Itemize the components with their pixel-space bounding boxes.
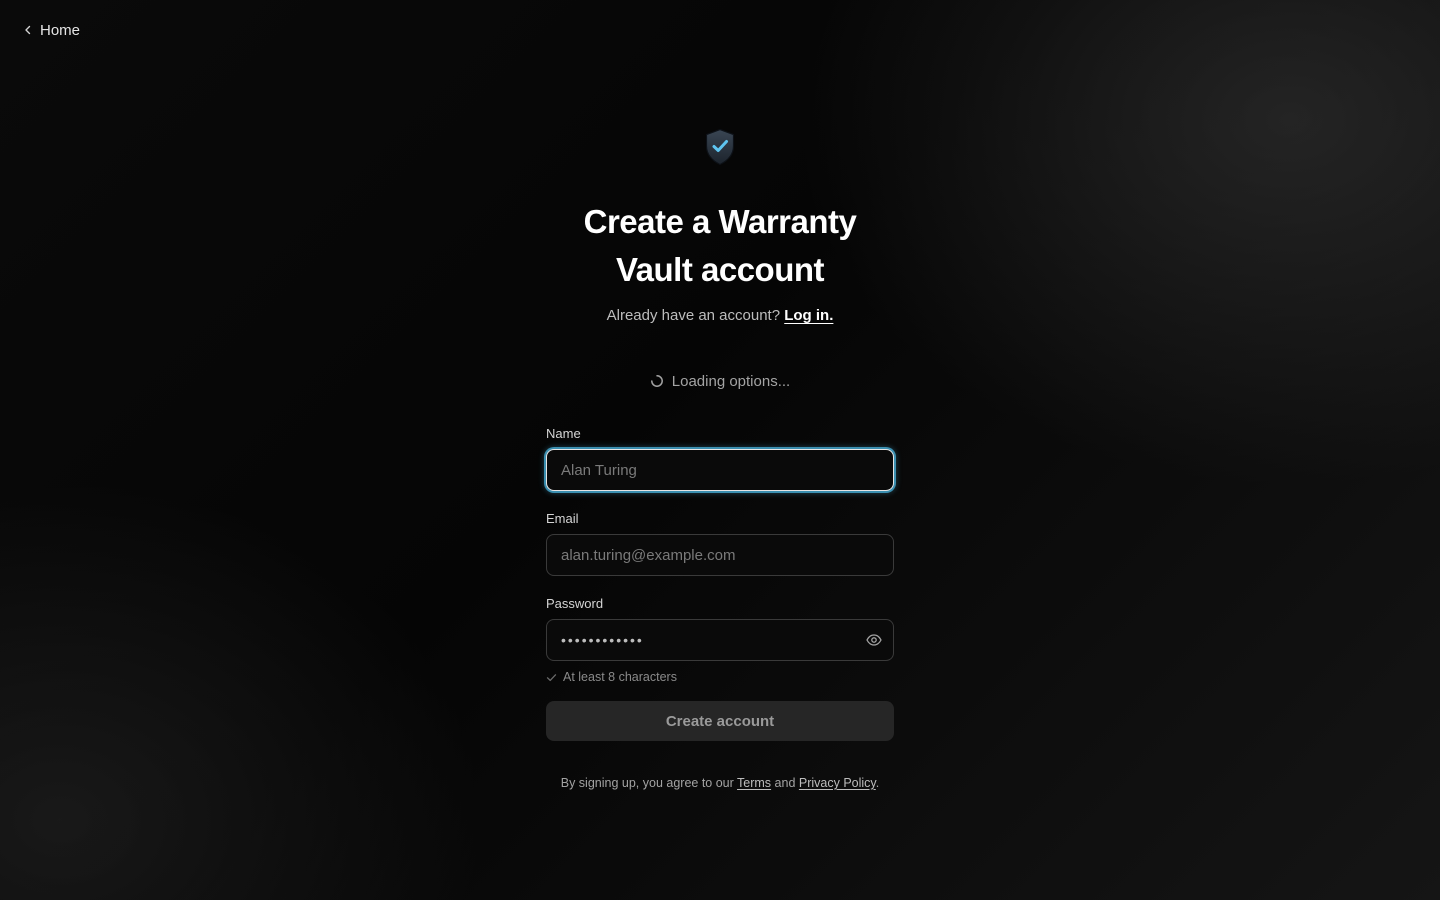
name-input[interactable] bbox=[546, 449, 894, 491]
spinner-icon bbox=[650, 375, 663, 387]
email-field-wrapper bbox=[546, 534, 894, 576]
shield-check-icon bbox=[705, 128, 735, 166]
legal-prefix: By signing up, you agree to our bbox=[560, 776, 734, 790]
terms-link[interactable]: Terms bbox=[737, 776, 771, 790]
chevron-left-icon bbox=[25, 25, 31, 35]
login-prompt: Already have an account? Log in. bbox=[546, 306, 894, 326]
home-back-link[interactable]: Home bbox=[22, 19, 80, 41]
check-icon bbox=[546, 673, 557, 681]
legal-conjunction: and bbox=[774, 776, 796, 790]
loading-text: Loading options... bbox=[671, 372, 791, 390]
name-field-wrapper bbox=[546, 449, 894, 491]
loading-indicator: Loading options... bbox=[546, 370, 894, 392]
name-label: Name bbox=[546, 426, 581, 441]
create-account-button[interactable]: Create account bbox=[546, 701, 894, 741]
login-link[interactable]: Log in. bbox=[784, 307, 833, 324]
privacy-policy-link[interactable]: Privacy Policy bbox=[799, 776, 876, 790]
password-requirement: At least 8 characters bbox=[546, 669, 894, 685]
signup-container: Create a Warranty Vault account Already … bbox=[546, 128, 894, 792]
email-input[interactable] bbox=[546, 534, 894, 576]
email-label: Email bbox=[546, 511, 579, 526]
legal-notice: By signing up, you agree to our Terms an… bbox=[546, 774, 894, 792]
page-title: Create a Warranty Vault account bbox=[583, 203, 857, 288]
eye-icon bbox=[866, 634, 882, 646]
password-input[interactable] bbox=[546, 619, 894, 661]
show-password-button[interactable] bbox=[864, 630, 884, 650]
home-link-label: Home bbox=[40, 21, 81, 39]
password-field-wrapper bbox=[546, 619, 894, 661]
login-prompt-text: Already have an account? bbox=[606, 307, 781, 324]
password-requirement-text: At least 8 characters bbox=[563, 670, 677, 684]
password-label: Password bbox=[546, 596, 604, 611]
legal-suffix: . bbox=[875, 776, 880, 790]
